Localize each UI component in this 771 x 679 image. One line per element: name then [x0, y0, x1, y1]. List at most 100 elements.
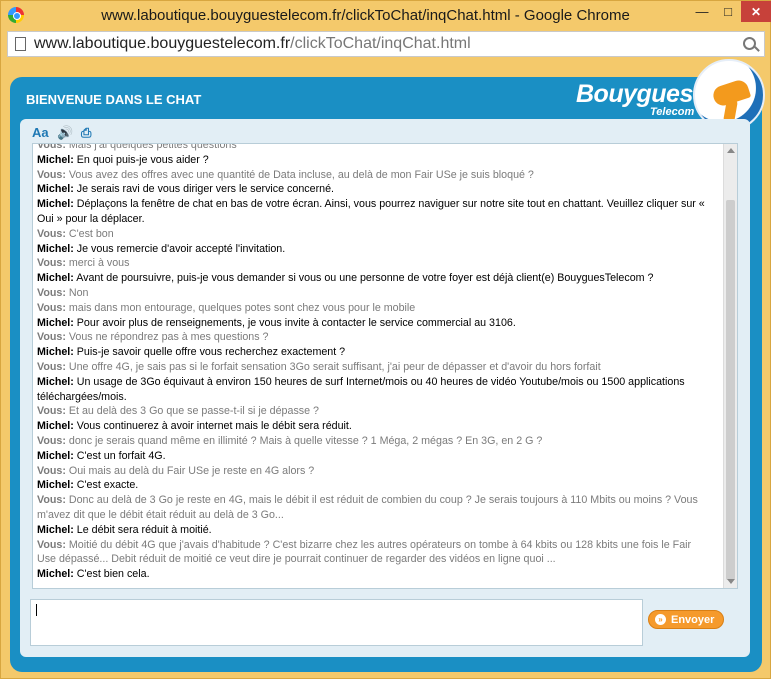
scroll-up-icon[interactable] [727, 148, 735, 153]
chat-message: Michel: Déplaçons la fenêtre de chat en … [37, 197, 709, 227]
message-speaker: Vous: [37, 464, 66, 477]
message-input[interactable] [30, 599, 643, 646]
message-speaker: Michel: [37, 449, 74, 462]
message-text: donc je serais quand même en illimité ? … [65, 434, 543, 447]
message-text: Avant de poursuivre, puis-je vous demand… [73, 272, 654, 285]
url-field[interactable]: www.laboutique.bouyguestelecom.fr/clickT… [7, 31, 765, 57]
search-icon[interactable] [743, 37, 756, 50]
message-speaker: Michel: [37, 420, 74, 433]
chat-message: Vous: Donc au delà de 3 Go je reste en 4… [37, 493, 709, 523]
chat-message: Vous: Non [37, 286, 709, 301]
chat-panel: BIENVENUE DANS LE CHAT Bouygues Telecom … [10, 59, 765, 672]
chat-message: Vous: C'est bon [37, 227, 709, 242]
message-speaker: Vous: [37, 331, 66, 344]
message-speaker: Michel: [37, 523, 74, 536]
chat-body: Aa 🔊 ⎙ Vous: Mais j'ai quelques petites … [20, 119, 750, 657]
url-path: /clickToChat/inqChat.html [290, 35, 471, 52]
message-text: Mais j'ai quelques petites questions [65, 143, 237, 151]
chat-message: Michel: Pour avoir plus de renseignement… [37, 316, 709, 331]
message-speaker: Michel: [37, 242, 74, 255]
message-text: C'est bien cela. [73, 568, 150, 581]
close-button[interactable]: ✕ [741, 1, 771, 22]
chat-message: Michel: En quoi puis-je vous aider ? [37, 153, 709, 168]
message-text: Oui mais au delà du Fair USe je reste en… [65, 464, 315, 477]
chat-background: BIENVENUE DANS LE CHAT Bouygues Telecom … [0, 59, 771, 679]
message-text: Et au delà des 3 Go que se passe-t-il si… [65, 405, 319, 418]
message-speaker: Vous: [37, 405, 66, 418]
chat-message: Vous: Et au delà des 3 Go que se passe-t… [37, 404, 709, 419]
message-speaker: Michel: [37, 479, 74, 492]
address-bar: www.laboutique.bouyguestelecom.fr/clickT… [0, 29, 771, 59]
print-icon[interactable]: ⎙ [81, 125, 91, 141]
chat-message: Michel: C'est exacte. [37, 478, 709, 493]
chat-message: Vous: mais dans mon entourage, quelques … [37, 301, 709, 316]
chat-message: Michel: C'est un forfait 4G. [37, 449, 709, 464]
chat-message: Vous: Mais j'ai quelques petites questio… [37, 143, 709, 153]
page-icon [15, 37, 26, 51]
message-speaker: Vous: [37, 286, 66, 299]
send-button[interactable]: » Envoyer [648, 610, 724, 629]
text-caret [36, 604, 37, 616]
send-arrow-icon: » [655, 614, 666, 625]
message-speaker: Vous: [37, 360, 66, 373]
chat-message: Vous: Vous ne répondrez pas à mes questi… [37, 330, 709, 345]
chat-message: Vous: donc je serais quand même en illim… [37, 434, 709, 449]
window-titlebar: www.laboutique.bouyguestelecom.fr/clickT… [0, 0, 771, 29]
message-speaker: Michel: [37, 346, 74, 359]
message-text: Vous avez des offres avec une quantité d… [65, 168, 534, 181]
message-speaker: Michel: [37, 272, 74, 285]
message-speaker: Vous: [37, 301, 66, 314]
chat-message: Vous: Une offre 4G, je sais pas si le fo… [37, 360, 709, 375]
message-speaker: Vous: [37, 168, 66, 181]
message-speaker: Michel: [37, 375, 74, 388]
chat-message: Michel: C'est bien cela. [37, 567, 709, 582]
chat-message: Vous: Oui mais au delà du Fair USe je re… [37, 464, 709, 479]
scroll-down-icon[interactable] [727, 579, 735, 584]
chat-transcript[interactable]: Vous: Mais j'ai quelques petites questio… [32, 143, 738, 589]
url-domain: www.laboutique.bouyguestelecom.fr [34, 35, 291, 52]
speaker-icon[interactable]: 🔊 [57, 125, 73, 141]
font-size-icon[interactable]: Aa [32, 125, 49, 140]
scroll-thumb[interactable] [726, 200, 735, 580]
message-speaker: Michel: [37, 183, 74, 196]
message-text: merci à vous [65, 257, 130, 270]
message-text: Moitié du débit 4G que j'avais d'habitud… [37, 538, 692, 566]
chat-message: Vous: Vous avez des offres avec une quan… [37, 168, 709, 183]
chat-message: Michel: Le débit sera réduit à moitié. [37, 523, 709, 538]
message-speaker: Vous: [37, 227, 66, 240]
message-text: C'est bon [65, 227, 114, 240]
brand-name: Bouygues [576, 80, 693, 108]
message-speaker: Vous: [37, 538, 66, 551]
chat-message: Michel: Je vous remercie d'avoir accepté… [37, 242, 709, 257]
scrollbar[interactable] [723, 144, 737, 588]
message-speaker: Vous: [37, 257, 66, 270]
message-text: Pour avoir plus de renseignements, je vo… [73, 316, 516, 329]
message-text: Je serais ravi de vous diriger vers le s… [73, 183, 334, 196]
maximize-button[interactable]: □ [715, 1, 741, 22]
message-text: Une offre 4G, je sais pas si le forfait … [65, 360, 601, 373]
message-text: Déplaçons la fenêtre de chat en bas de v… [37, 198, 705, 225]
url-text: www.laboutique.bouyguestelecom.fr/clickT… [34, 35, 471, 53]
chat-message: Vous: merci à vous [37, 256, 709, 271]
message-text: Non [65, 286, 89, 299]
chat-title: BIENVENUE DANS LE CHAT [26, 92, 202, 107]
chat-message: Michel: Un usage de 3Go équivaut à envir… [37, 375, 709, 405]
message-speaker: Michel: [37, 316, 74, 329]
message-text: C'est un forfait 4G. [73, 449, 166, 462]
chat-message: Michel: Avant de poursuivre, puis-je vou… [37, 271, 709, 286]
message-speaker: Vous: [37, 143, 66, 151]
message-speaker: Vous: [37, 494, 66, 507]
message-text: Le débit sera réduit à moitié. [73, 523, 212, 536]
chat-message: Vous: Moitié du débit 4G que j'avais d'h… [37, 538, 709, 568]
message-speaker: Vous: [37, 434, 66, 447]
message-text: C'est exacte. [73, 479, 139, 492]
chat-message: Michel: Puis-je savoir quelle offre vous… [37, 345, 709, 360]
send-label: Envoyer [671, 613, 715, 626]
message-list: Vous: Mais j'ai quelques petites questio… [33, 143, 713, 582]
message-text: Vous continuerez à avoir internet mais l… [73, 420, 352, 433]
message-speaker: Michel: [37, 568, 74, 581]
message-text: Un usage de 3Go équivaut à environ 150 h… [37, 375, 685, 403]
minimize-button[interactable]: — [689, 1, 715, 22]
chat-message: Michel: Je serais ravi de vous diriger v… [37, 182, 709, 197]
message-text: Je vous remercie d'avoir accepté l'invit… [73, 242, 286, 255]
